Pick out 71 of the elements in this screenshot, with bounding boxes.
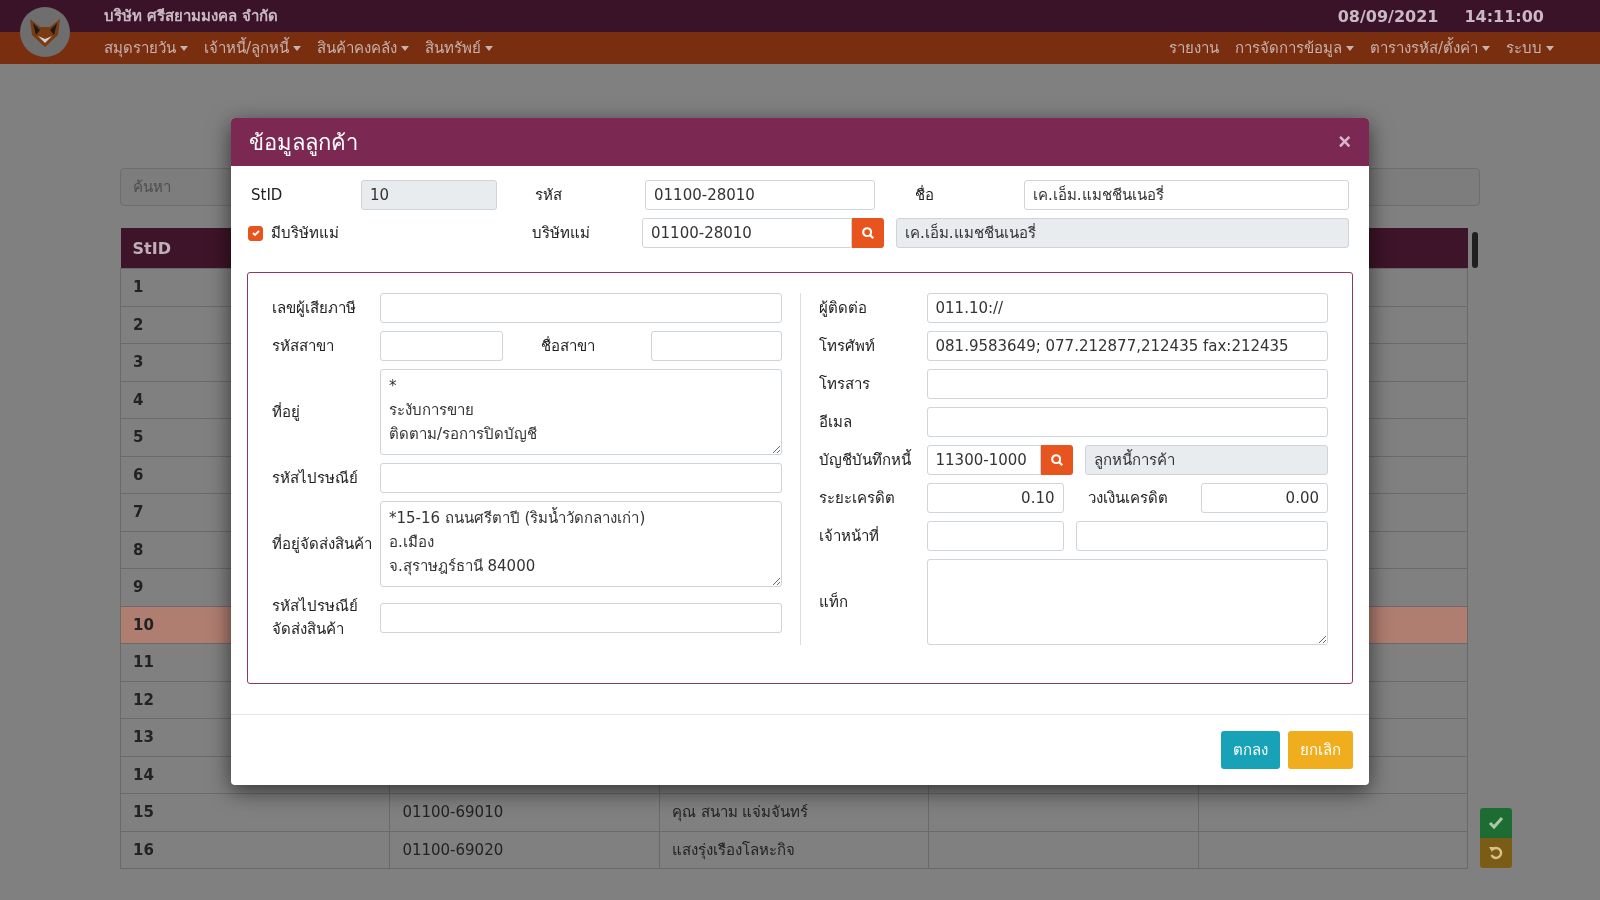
menu-link[interactable]: การจัดการข้อมูล <box>1234 36 1354 60</box>
field-label: ระยะเครดิต <box>818 488 896 509</box>
contact-field[interactable]: 011.10:// <box>926 293 1328 323</box>
field-label: โทรสาร <box>818 374 871 395</box>
table-cell: 01100-69020 <box>402 840 504 859</box>
credit-term-field[interactable]: 0.10 <box>926 483 1064 513</box>
table-cell: 16 <box>120 831 390 869</box>
tax-id-field[interactable] <box>380 293 782 323</box>
scrollbar[interactable] <box>1472 232 1478 268</box>
dialog-title: ข้อมูลลูกค้า <box>249 128 358 158</box>
parent-code-field[interactable]: 01100-28010 <box>642 218 852 248</box>
save-button[interactable] <box>1480 808 1512 838</box>
field-label: ชื่อสาขา <box>541 335 596 357</box>
search-icon <box>861 226 875 240</box>
menu-link[interactable]: สมุดรายวัน <box>104 36 188 60</box>
check-icon <box>1488 815 1504 831</box>
branch-code-field[interactable] <box>380 331 503 361</box>
code-field[interactable]: 01100-28010 <box>645 180 875 210</box>
postcode-field[interactable] <box>380 463 782 493</box>
field-label: เจ้าหน้าที่ <box>818 525 880 547</box>
officer-name-field[interactable] <box>1075 521 1328 551</box>
time-text: 14:11:00 <box>1464 6 1544 26</box>
field-label: บริษัทแม่ <box>532 223 591 244</box>
branch-name-field[interactable] <box>651 331 782 361</box>
menu-link[interactable]: ตารางรหัส/ตั้งค่า <box>1369 36 1490 60</box>
close-button[interactable]: × <box>1338 129 1351 155</box>
menu-link[interactable]: รายงาน <box>1168 36 1219 60</box>
menu-link[interactable]: เจ้าหนี้/ลูกหนี้ <box>204 36 302 60</box>
menu-link[interactable]: สินทรัพย์ <box>425 36 494 60</box>
checkbox[interactable] <box>248 225 263 241</box>
table-cell: 15 <box>120 793 390 831</box>
email-field[interactable] <box>926 407 1328 437</box>
company-name: บริษัท ศรีสยามมงคล จำกัด <box>104 6 279 27</box>
shipping-address-field[interactable]: *15-16 ถนนศรีตาปี (ริมน้ำวัดกลางเก่า) อ.เมือง จ.สุราษฎร์ธานี 84000 <box>380 501 782 587</box>
field-label: บัญชีบันทึกหนี้ <box>818 448 912 471</box>
menu-link[interactable]: สินค้าคงคลัง <box>317 36 410 60</box>
table-cell: คุณ สนาม แจ่มจันทร์ <box>671 803 809 822</box>
search-button[interactable] <box>852 218 884 248</box>
undo-icon <box>1488 845 1504 861</box>
field-label: วงเงินเครดิต <box>1087 488 1169 509</box>
officer-code-field[interactable] <box>926 521 1064 551</box>
parent-name-field[interactable]: เค.เอ็ม.แมชชีนเนอรี่ <box>896 218 1349 248</box>
tag-field[interactable] <box>926 559 1328 645</box>
table-row[interactable]: 16 01100-69020 แสงรุ่งเรืองโลหะกิจ <box>120 831 1468 869</box>
field-label: แท็ก <box>818 591 849 613</box>
stid-field[interactable]: 10 <box>361 180 497 210</box>
name-field[interactable]: เค.เอ็ม.แมชชีนเนอรี่ <box>1024 180 1349 210</box>
field-label: อีเมล <box>818 412 853 433</box>
menu-link[interactable]: ระบบ <box>1506 36 1554 60</box>
field-label: ชื่อ <box>915 184 935 206</box>
fax-field[interactable] <box>926 369 1328 399</box>
phone-field[interactable]: 081.9583649; 077.212877,212435 fax:212435 <box>926 331 1328 361</box>
field-label: ที่อยู่จัดส่งสินค้า <box>272 533 373 555</box>
check-icon <box>250 228 261 238</box>
credit-limit-field[interactable]: 0.00 <box>1200 483 1328 513</box>
search-button[interactable] <box>1040 445 1073 475</box>
field-label: รหัส <box>535 185 563 206</box>
field-label: StID <box>251 186 284 204</box>
table-cell: 01100-69010 <box>402 803 504 822</box>
shipping-postcode-field[interactable] <box>380 603 782 633</box>
table-cell: แสงรุ่งเรืองโลหะกิจ <box>671 840 795 859</box>
ok-button[interactable]: ตกลง <box>1221 731 1280 769</box>
date-text: 08/09/2021 <box>1337 6 1439 26</box>
account-code-field[interactable]: 11300-1000 <box>926 445 1041 475</box>
undo-button[interactable] <box>1480 838 1512 868</box>
field-label: รหัสไปรษณีย์ <box>272 468 359 489</box>
search-icon <box>1049 453 1064 467</box>
address-field[interactable]: * ระงับการขาย ติดตาม/รอการปิดบัญชี <box>380 369 782 455</box>
table-row[interactable]: 15 01100-69010 คุณ สนาม แจ่มจันทร์ <box>120 793 1468 831</box>
field-label: โทรศัพท์ <box>818 336 876 357</box>
account-name-field[interactable]: ลูกหนี้การค้า <box>1084 445 1328 475</box>
